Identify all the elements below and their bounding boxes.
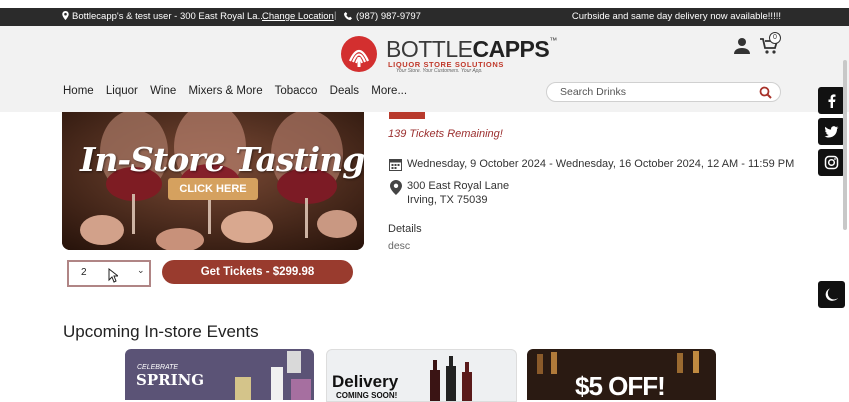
bottlecapps-logo-icon[interactable] [338, 35, 380, 73]
nav-item-wine[interactable]: Wine [150, 85, 176, 97]
nav-item-liquor[interactable]: Liquor [106, 85, 138, 97]
logo-wordmark[interactable]: BOTTLECAPPS™ [386, 36, 557, 63]
nav-item-more[interactable]: More... [371, 85, 407, 97]
cart-count-badge: 0 [769, 32, 781, 44]
event-card-spring[interactable]: CELEBRATE SPRING [125, 349, 314, 400]
event-badge [389, 112, 425, 119]
nav-item-home[interactable]: Home [63, 85, 94, 97]
divider: | [334, 10, 337, 21]
location-label: Bottlecapp's & test user - 300 East Roya… [72, 11, 266, 22]
location-pin-icon [62, 11, 69, 20]
top-info-bar: Bottlecapp's & test user - 300 East Roya… [0, 8, 849, 26]
nav-item-tobacco[interactable]: Tobacco [275, 85, 318, 97]
page-scrollbar[interactable] [843, 60, 847, 230]
logo-tagline: Your Store. Your Customers. Your App. [396, 68, 483, 74]
nav-item-mixers[interactable]: Mixers & More [188, 85, 262, 97]
event-dates: Wednesday, 9 October 2024 - Wednesday, 1… [407, 158, 795, 170]
details-description: desc [388, 240, 411, 252]
event-banner-image[interactable]: In-Store Tastings CLICK HERE [62, 112, 364, 250]
event-address-line1: 300 East Royal Lane [407, 180, 510, 192]
phone-text[interactable]: (987) 987-9797 [344, 11, 421, 22]
event-card-delivery[interactable]: Delivery COMING SOON! [326, 349, 517, 402]
card-title: SPRING [136, 371, 205, 389]
moon-icon [825, 288, 838, 301]
card-title: Delivery [332, 372, 399, 391]
user-account-icon[interactable] [733, 37, 751, 55]
event-address-line2: Irving, TX 75039 [407, 194, 488, 206]
quantity-value: 2 [81, 267, 87, 278]
wine-bottles-graphic [430, 356, 472, 401]
card-text: CELEBRATE [137, 364, 179, 371]
instagram-button[interactable] [818, 149, 845, 176]
tickets-remaining: 139 Tickets Remaining! [388, 128, 503, 140]
bottles-graphic [235, 351, 311, 400]
main-nav: Home Liquor Wine Mixers & More Tobacco D… [63, 85, 416, 97]
facebook-icon [828, 94, 836, 108]
nav-item-deals[interactable]: Deals [330, 85, 359, 97]
promo-banner-text: Curbside and same day delivery now avail… [571, 11, 781, 22]
instagram-icon [824, 155, 839, 170]
event-card-discount[interactable]: $5 OFF! [527, 349, 716, 400]
upcoming-events-heading: Upcoming In-store Events [63, 322, 259, 341]
dark-mode-toggle[interactable] [818, 281, 845, 308]
logo-word-bold: CAPPS [472, 36, 550, 62]
phone-icon [344, 12, 352, 20]
card-title: $5 OFF! [575, 371, 666, 400]
banner-title: In-Store Tastings [80, 140, 364, 179]
mouse-pointer-icon [108, 268, 118, 283]
facebook-button[interactable] [818, 87, 845, 114]
banner-click-here-button[interactable]: CLICK HERE [168, 178, 258, 200]
location-text: Bottlecapp's & test user - 300 East Roya… [62, 11, 266, 22]
logo-trademark: ™ [549, 36, 557, 45]
phone-number: (987) 987-9797 [356, 11, 421, 22]
change-location-link[interactable]: Change Location [262, 11, 334, 22]
card-text: COMING SOON! [336, 391, 398, 400]
details-heading: Details [388, 223, 422, 235]
twitter-icon [824, 126, 839, 138]
search-input[interactable]: Search Drinks [560, 86, 626, 98]
calendar-icon [389, 159, 402, 171]
search-box[interactable]: Search Drinks [546, 82, 781, 102]
twitter-button[interactable] [818, 118, 845, 145]
logo-word-light: BOTTLE [386, 36, 473, 62]
chevron-down-icon: ⌄ [137, 265, 145, 275]
location-pin-icon [390, 180, 402, 195]
search-icon[interactable] [759, 86, 772, 99]
get-tickets-button[interactable]: Get Tickets - $299.98 [162, 260, 353, 284]
